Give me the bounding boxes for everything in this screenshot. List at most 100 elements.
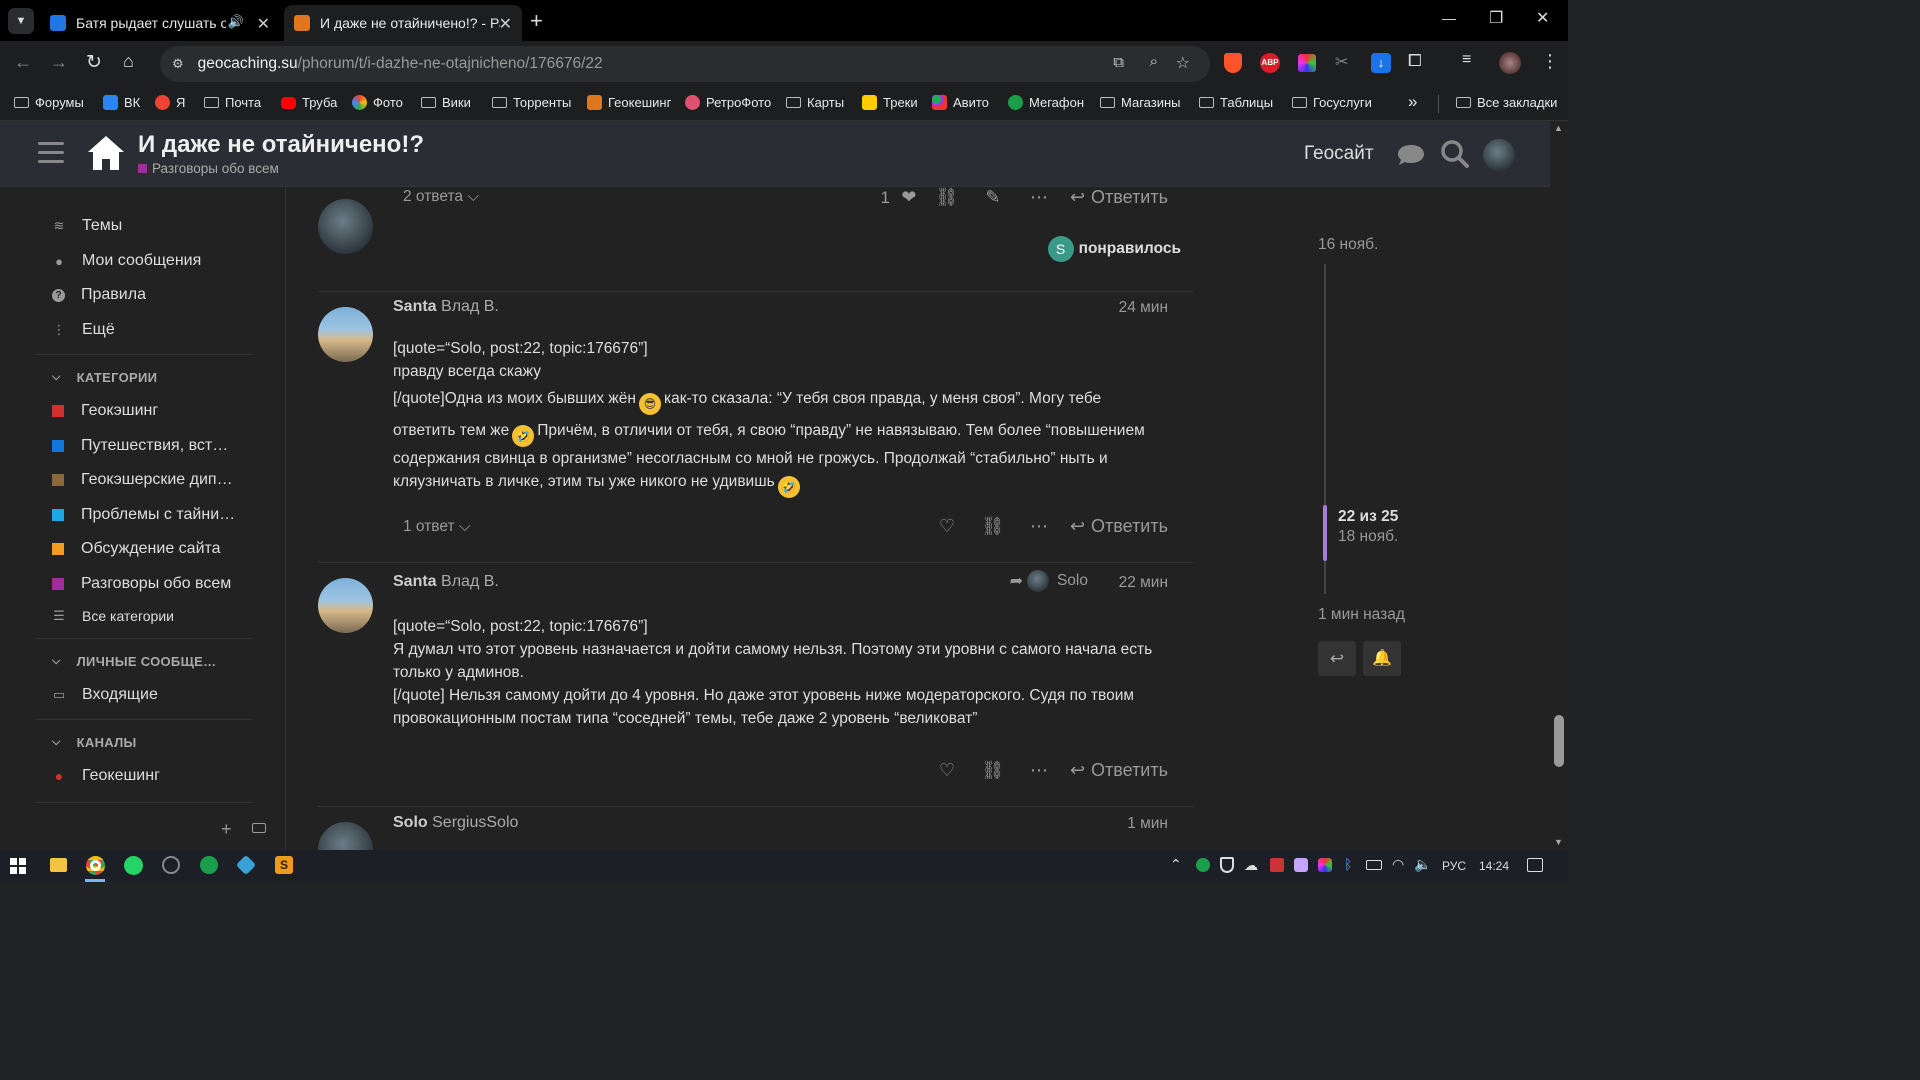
sublime-app-icon[interactable]: S <box>275 856 293 874</box>
chat-app-icon[interactable] <box>162 856 180 874</box>
address-bar[interactable]: ⚙ geocaching.su/phorum/t/i-dazhe-ne-otaj… <box>160 46 1210 82</box>
home-icon[interactable]: ⌂ <box>123 51 134 72</box>
replies-toggle[interactable]: 1 ответ ⌵ <box>403 518 471 536</box>
whatsapp-icon[interactable] <box>124 856 143 875</box>
restore-button[interactable]: ❐ <box>1489 8 1503 28</box>
heart-outline-icon[interactable]: ♡ <box>924 516 970 537</box>
post-author[interactable]: Santa Влад В. <box>393 298 499 316</box>
green-app-icon[interactable] <box>200 856 218 874</box>
brave-shield-icon[interactable] <box>1224 53 1242 73</box>
sidebar-category-talks[interactable]: Разговоры обо всем <box>52 575 231 593</box>
home-logo-icon[interactable] <box>86 134 126 172</box>
bookmark-yandex[interactable]: Я <box>155 95 185 110</box>
bookmark-mail[interactable]: Почта <box>204 95 261 110</box>
profile-avatar[interactable] <box>1499 52 1521 74</box>
bookmark-shops[interactable]: Магазины <box>1100 95 1181 110</box>
media-controls-icon[interactable]: ≡ <box>1462 51 1471 69</box>
new-tab-button[interactable]: + <box>530 8 543 34</box>
scrollbar-thumb[interactable] <box>1554 715 1564 767</box>
post-time[interactable]: 1 мин <box>1127 815 1168 833</box>
tray-cloud-icon[interactable]: ☁ <box>1244 857 1258 874</box>
tray-overflow-icon[interactable]: ⌃ <box>1170 856 1182 873</box>
sidebar-all-categories[interactable]: ☰ Все категории <box>52 608 174 624</box>
wifi-icon[interactable]: ◠ <box>1392 856 1404 873</box>
sidebar-category-travel[interactable]: Путешествия, вст… <box>52 437 228 455</box>
sidebar-inbox[interactable]: ▭ Входящие <box>52 686 158 704</box>
bookmark-vk[interactable]: ВК <box>103 95 140 110</box>
channels-section-header[interactable]: ⌵ КАНАЛЫ <box>52 735 137 750</box>
chat-bubble-icon[interactable] <box>1396 143 1426 167</box>
tab-forum-active[interactable]: И даже не отайничено!? - Раз ✕ <box>284 5 522 41</box>
tray-pink-app-icon[interactable] <box>1294 858 1308 872</box>
categories-section-header[interactable]: ⌵ КАТЕГОРИИ <box>52 370 157 385</box>
bookmark-tracks[interactable]: Треки <box>862 95 918 110</box>
back-icon[interactable]: ← <box>14 52 32 73</box>
extension-colorful-icon[interactable] <box>1298 54 1316 72</box>
timeline-position[interactable]: 22 из 25 18 нояб. <box>1338 508 1398 546</box>
zoom-icon[interactable]: ⌕ <box>1150 53 1158 70</box>
sidebar-category-site-discussion[interactable]: Обсуждение сайта <box>52 540 221 558</box>
edit-pencil-icon[interactable]: ✎ <box>970 187 1016 208</box>
avatar[interactable] <box>318 199 373 254</box>
extensions-puzzle-icon[interactable]: ⧠ <box>1408 51 1422 71</box>
network-app-icon[interactable] <box>235 854 257 876</box>
tab-search-button[interactable]: ▼ <box>8 8 34 34</box>
tab-close-icon[interactable]: ✕ <box>499 14 512 34</box>
bookmark-retrophoto[interactable]: РетроФото <box>685 95 771 110</box>
sidebar-category-problems[interactable]: Проблемы с тайни… <box>52 506 235 524</box>
bookmark-megafon[interactable]: Мегафон <box>1008 95 1084 110</box>
hamburger-menu-icon[interactable] <box>38 142 64 164</box>
post-time[interactable]: 22 мин <box>1119 574 1168 592</box>
download-extension-icon[interactable]: ↓ <box>1371 53 1391 73</box>
sidebar-item-more[interactable]: ⋮ Ещё <box>52 321 115 339</box>
timeline-handle[interactable] <box>1323 505 1327 562</box>
speaker-icon[interactable]: 🔊 <box>228 14 244 30</box>
sidebar-item-topics[interactable]: ≋ Темы <box>52 217 123 235</box>
file-explorer-icon[interactable] <box>50 858 67 872</box>
bookmark-gosuslugi[interactable]: Госуслуги <box>1292 95 1372 110</box>
bookmark-youtube[interactable]: Труба <box>281 95 337 110</box>
search-icon[interactable] <box>1440 139 1470 169</box>
messages-section-header[interactable]: ⌵ ЛИЧНЫЕ СООБЩЕ… <box>52 654 216 669</box>
timeline-last-activity[interactable]: 1 мин назад <box>1318 606 1405 624</box>
scroll-up-arrow-icon[interactable]: ▲ <box>1554 123 1563 133</box>
tray-app-icon[interactable] <box>1196 858 1210 872</box>
open-in-app-icon[interactable]: ⧉ <box>1113 54 1124 71</box>
bookmark-wiki[interactable]: Вики <box>421 95 471 110</box>
adblock-icon[interactable]: ABP <box>1260 53 1280 73</box>
bluetooth-icon[interactable]: ᛒ <box>1344 856 1352 872</box>
bookmarks-overflow-button[interactable]: » <box>1408 92 1417 112</box>
notifications-icon[interactable] <box>1527 858 1543 872</box>
tray-shield-icon[interactable] <box>1220 857 1234 873</box>
post-time[interactable]: 24 мин <box>1119 299 1168 317</box>
windows-start-icon[interactable] <box>10 858 26 874</box>
topic-category-badge[interactable]: Разговоры обо всем <box>138 161 279 176</box>
notifications-bell-icon[interactable]: 🔔 <box>1363 641 1401 676</box>
reply-button[interactable]: ↩ Ответить <box>1070 516 1168 537</box>
topic-title[interactable]: И даже не отайничено!? <box>138 131 424 159</box>
reply-to-indicator[interactable]: ➦ Solo <box>1010 570 1088 592</box>
post-author[interactable]: Santa Влад В. <box>393 573 499 591</box>
heart-outline-icon[interactable]: ♡ <box>924 760 970 781</box>
bookmark-star-icon[interactable]: ☆ <box>1176 53 1190 73</box>
avatar[interactable] <box>318 307 373 362</box>
reply-button[interactable]: ↩ Ответить <box>1070 187 1168 208</box>
more-horizontal-icon[interactable]: ⋯ <box>1016 187 1062 208</box>
bookmark-photos[interactable]: Фото <box>352 95 403 110</box>
liker-avatar[interactable]: S <box>1047 236 1074 262</box>
link-icon[interactable]: ⛓ <box>970 760 1016 781</box>
avatar[interactable] <box>318 822 373 850</box>
bookmark-geocaching[interactable]: Геокешинг <box>587 95 671 110</box>
page-scrollbar[interactable]: ▲ ▼ <box>1550 121 1568 850</box>
heart-filled-icon[interactable]: ❤ <box>894 187 924 208</box>
reload-icon[interactable]: ↻ <box>86 51 102 74</box>
sidebar-item-rules[interactable]: ? Правила <box>52 286 146 304</box>
replies-toggle[interactable]: 2 ответа ⌵ <box>403 188 479 206</box>
more-horizontal-icon[interactable]: ⋯ <box>1016 516 1062 537</box>
geosite-link[interactable]: Геосайт <box>1304 143 1374 165</box>
forward-icon[interactable]: → <box>50 52 68 73</box>
minimize-button[interactable]: — <box>1442 10 1456 26</box>
sidebar-category-diplomas[interactable]: Геокэшерские дип… <box>52 471 233 489</box>
link-icon[interactable]: ⛓ <box>970 516 1016 537</box>
scroll-down-arrow-icon[interactable]: ▼ <box>1554 837 1563 847</box>
